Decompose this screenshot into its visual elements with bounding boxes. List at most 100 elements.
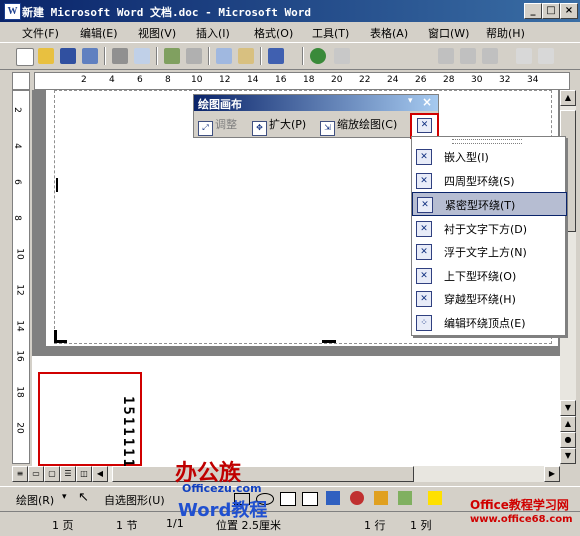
menu-tools[interactable]: 工具(T)	[312, 25, 349, 41]
undo-icon[interactable]	[268, 48, 284, 64]
print-layout-view-icon[interactable]: ▢	[44, 466, 60, 482]
select-objects-icon[interactable]: ↖	[78, 490, 89, 505]
scroll-right-icon[interactable]: ▶	[544, 466, 560, 482]
grow-font-icon[interactable]	[516, 48, 532, 64]
autoshapes-menu-button[interactable]: 自选图形(U)	[104, 492, 165, 508]
align-right-icon[interactable]	[482, 48, 498, 64]
ruler-tick: 26	[415, 75, 427, 85]
edit-wrap-points[interactable]: ⁘ 编辑环绕顶点(E)	[412, 311, 565, 333]
menu-edit[interactable]: 编辑(E)	[80, 25, 118, 41]
wrap-in-front-icon: ✕	[416, 244, 432, 260]
align-center-icon[interactable]	[460, 48, 476, 64]
wrap-through[interactable]: ✕ 穿越型环绕(H)	[412, 287, 565, 309]
clip-art-icon[interactable]	[374, 491, 388, 505]
outline-view-icon[interactable]: ☰	[60, 466, 76, 482]
research-icon[interactable]	[186, 48, 202, 64]
minimize-button[interactable]: _	[524, 3, 542, 19]
paste-icon[interactable]	[238, 48, 254, 64]
wrap-tight[interactable]: ✕ 紧密型环绕(T)	[412, 192, 567, 216]
open-folder-icon[interactable]	[38, 48, 54, 64]
wrap-square[interactable]: ✕ 四周型环绕(S)	[412, 169, 565, 191]
normal-view-icon[interactable]: ≡	[12, 466, 28, 482]
permission-icon[interactable]	[82, 48, 98, 64]
new-document-icon[interactable]	[16, 48, 34, 66]
word-app-icon[interactable]: W	[4, 3, 21, 20]
ruler-tick: 32	[499, 75, 511, 85]
wrap-behind-text-label: 衬于文字下方(D)	[444, 223, 528, 236]
hyperlink-icon[interactable]	[310, 48, 326, 64]
draw-menu-button[interactable]: 绘图(R)	[16, 492, 54, 508]
scroll-down-icon[interactable]: ▼	[560, 400, 576, 416]
reading-view-icon[interactable]: ◫	[76, 466, 92, 482]
wrap-in-front-of-text[interactable]: ✕ 浮于文字上方(N)	[412, 240, 565, 262]
close-window-button[interactable]: ×	[560, 3, 578, 19]
status-page: 1 页	[52, 519, 74, 532]
toolbar-options-icon[interactable]: ▾	[408, 96, 413, 106]
standard-toolbar	[0, 42, 580, 70]
menu-view[interactable]: 视图(V)	[138, 25, 176, 41]
wordart-icon[interactable]	[326, 491, 340, 505]
wrap-top-bottom[interactable]: ✕ 上下型环绕(O)	[412, 264, 565, 286]
canvas-toolbar[interactable]: 绘图画布 ▾ × ⤢ 调整 ✥ 扩大(P) ⇲ 缩放绘图(C)	[193, 94, 439, 138]
canvas-resize-handle[interactable]	[322, 340, 336, 343]
maximize-button[interactable]: □	[542, 3, 560, 19]
toolbar-close-icon[interactable]: ×	[422, 95, 432, 109]
text-box-icon[interactable]	[280, 492, 296, 506]
web-layout-view-icon[interactable]: ▭	[28, 466, 44, 482]
scroll-up-icon[interactable]: ▲	[560, 90, 576, 106]
ruler-tick: 16	[275, 75, 287, 85]
watermark-site-url: www.office68.com	[470, 514, 573, 525]
copy-icon[interactable]	[216, 48, 232, 64]
dropdown-arrow-icon[interactable]: ▾	[62, 492, 67, 502]
menu-grip[interactable]	[452, 139, 522, 144]
browse-object-icon[interactable]: ●	[560, 432, 576, 448]
align-left-icon[interactable]	[438, 48, 454, 64]
text-box-highlight[interactable]: 15111111	[38, 372, 142, 479]
wrap-behind-text[interactable]: ✕ 衬于文字下方(D)	[412, 217, 565, 239]
fit-button[interactable]: ⤢ 调整	[198, 116, 237, 136]
page-body[interactable]: 15111111	[32, 356, 560, 479]
menu-bar: 文件(F) 编辑(E) 视图(V) 插入(I) 格式(O) 工具(T) 表格(A…	[0, 22, 580, 61]
horizontal-scrollbar[interactable]: ≡ ▭ ▢ ☰ ◫ ◀ ▶	[12, 466, 560, 482]
menu-table[interactable]: 表格(A)	[370, 25, 408, 41]
wrap-behind-text-icon: ✕	[416, 221, 432, 237]
menu-help[interactable]: 帮助(H)	[486, 25, 525, 41]
canvas-resize-handle[interactable]	[54, 330, 67, 343]
vertical-text-box-icon[interactable]	[302, 492, 318, 506]
print-icon[interactable]	[112, 48, 128, 64]
expand-button[interactable]: ✥ 扩大(P)	[252, 116, 306, 136]
wrap-in-front-label: 浮于文字上方(N)	[444, 246, 527, 259]
shrink-font-icon[interactable]	[538, 48, 554, 64]
prev-page-icon[interactable]: ▲	[560, 416, 576, 432]
insert-picture-icon[interactable]	[398, 491, 412, 505]
menu-insert[interactable]: 插入(I)	[196, 25, 230, 41]
wrap-inline[interactable]: ✕ 嵌入型(I)	[412, 145, 565, 167]
menu-window[interactable]: 窗口(W)	[428, 25, 469, 41]
menu-format[interactable]: 格式(O)	[254, 25, 293, 41]
print-preview-icon[interactable]	[134, 48, 150, 64]
hscroll-thumb[interactable]	[112, 466, 414, 482]
vertical-ruler[interactable]: 2 4 6 8 10 12 14 16 18 20	[12, 90, 30, 464]
undo-dropdown-arrow-icon[interactable]	[288, 48, 296, 64]
vruler-tick: 12	[14, 284, 25, 296]
expand-icon: ✥	[252, 121, 267, 136]
window-title: 新建 Microsoft Word 文档.doc - Microsoft Wor…	[22, 6, 312, 19]
status-section: 1 节	[116, 519, 138, 532]
wrap-square-label: 四周型环绕(S)	[444, 175, 515, 188]
horizontal-ruler[interactable]: 2 4 6 8 10 12 14 16 18 20 22 24 26 28 30…	[34, 72, 570, 90]
vruler-tick: 6	[11, 179, 22, 185]
watermark-site: Office教程学习网	[470, 498, 569, 512]
next-page-icon[interactable]: ▼	[560, 448, 576, 464]
diagram-icon[interactable]	[350, 491, 364, 505]
text-wrapping-menu: ✕ 嵌入型(I) ✕ 四周型环绕(S) ✕ 紧密型环绕(T) ✕ 衬于文字下方(…	[411, 136, 567, 336]
menu-file[interactable]: 文件(F)	[22, 25, 59, 41]
scroll-left-icon[interactable]: ◀	[92, 466, 108, 482]
tab-selector[interactable]	[12, 72, 30, 90]
spelling-icon[interactable]	[164, 48, 180, 64]
ruler-tick: 8	[165, 75, 171, 85]
save-icon[interactable]	[60, 48, 76, 64]
canvas-toolbar-titlebar[interactable]: 绘图画布 ▾ ×	[194, 95, 438, 111]
fill-color-icon[interactable]	[428, 491, 442, 505]
table-icon[interactable]	[334, 48, 350, 64]
scale-drawing-button[interactable]: ⇲ 缩放绘图(C)	[320, 116, 397, 136]
